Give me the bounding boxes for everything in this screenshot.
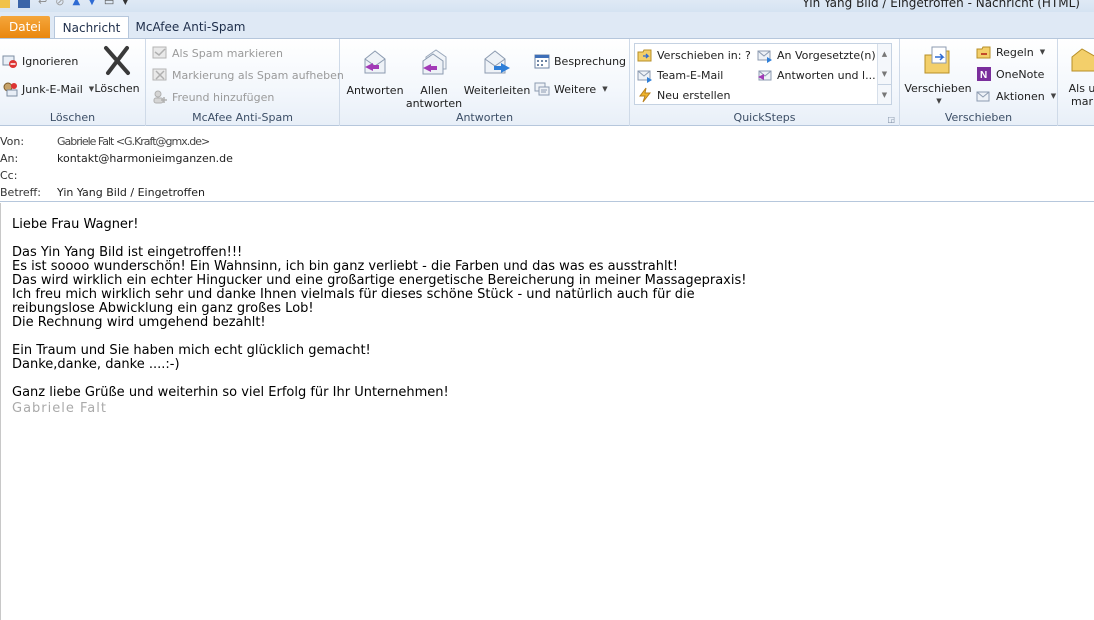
reply-all-button[interactable]: Allen antworten bbox=[404, 47, 464, 110]
scroll-up-icon[interactable]: ▲ bbox=[878, 44, 891, 64]
rules-button[interactable]: Regeln ▼ bbox=[976, 43, 1045, 61]
undo-icon[interactable]: ↩ bbox=[38, 0, 47, 8]
chevron-down-icon: ▼ bbox=[1039, 48, 1046, 56]
message-text: Liebe Frau Wagner! Das Yin Yang Bild ist… bbox=[12, 217, 747, 400]
ignore-button[interactable]: Ignorieren bbox=[2, 52, 78, 70]
mark-unread-icon bbox=[1068, 45, 1094, 77]
move-button[interactable]: Verschieben ▼ bbox=[904, 45, 972, 108]
actions-button[interactable]: Aktionen ▼ bbox=[976, 87, 1056, 105]
message-header: Von: Gabriele Falt <G.Kraft@gmx.de> An: … bbox=[0, 127, 1094, 202]
group-loeschen: Ignorieren Junk-E-Mail ▼ Löschen Löschen bbox=[0, 39, 146, 126]
title-bar: ↩ ⊘ ▲ ▼ ▭ ▼ Yin Yang Bild / Eingetroffen… bbox=[0, 0, 1094, 12]
reply-icon bbox=[359, 47, 391, 79]
tab-datei[interactable]: Datei bbox=[0, 16, 50, 38]
tab-nachricht[interactable]: Nachricht bbox=[54, 16, 129, 39]
quickstep-create-new[interactable]: Neu erstellen bbox=[637, 86, 730, 104]
customize-qat-icon[interactable]: ▼ bbox=[122, 0, 128, 8]
from-value[interactable]: Gabriele Falt <G.Kraft@gmx.de> bbox=[57, 134, 210, 150]
chevron-down-icon: ▼ bbox=[1050, 92, 1057, 100]
more-button[interactable]: Weitere ▼ bbox=[534, 80, 608, 98]
up-arrow-icon[interactable]: ▲ bbox=[72, 0, 80, 8]
save-icon[interactable] bbox=[18, 0, 30, 8]
lightning-icon bbox=[637, 87, 653, 103]
group-label-verschieben: Verschieben bbox=[944, 111, 1013, 124]
dialog-launcher-icon[interactable]: ◲ bbox=[887, 115, 895, 124]
group-label-antworten: Antworten bbox=[455, 111, 514, 124]
group-label-quicksteps: QuickSteps bbox=[733, 111, 796, 124]
add-friend-button[interactable]: Freund hinzufügen bbox=[152, 88, 274, 106]
scroll-down-icon[interactable]: ▼ bbox=[878, 64, 891, 84]
down-arrow-icon[interactable]: ▼ bbox=[88, 0, 96, 8]
rules-icon bbox=[976, 44, 992, 60]
mark-as-spam-button[interactable]: Als Spam markieren bbox=[152, 44, 283, 62]
group-mcafee: Als Spam markieren Markierung als Spam a… bbox=[146, 39, 344, 126]
group-label-loeschen: Löschen bbox=[49, 111, 96, 124]
quicksteps-gallery: Verschieben in: ? An Vorgesetzte(n) Team… bbox=[634, 43, 892, 105]
redo-icon[interactable]: ⊘ bbox=[55, 0, 64, 8]
window-title: Yin Yang Bild / Eingetroffen - Nachricht… bbox=[802, 0, 1080, 10]
junk-email-button[interactable]: Junk-E-Mail ▼ bbox=[2, 80, 94, 98]
quickstep-team-email[interactable]: Team-E-Mail bbox=[637, 66, 723, 84]
subject-value: Yin Yang Bild / Eingetroffen bbox=[57, 186, 205, 199]
ribbon: Ignorieren Junk-E-Mail ▼ Löschen Löschen … bbox=[0, 38, 1094, 126]
reply-delete-icon bbox=[757, 67, 773, 83]
forward-button[interactable]: Weiterleiten bbox=[464, 47, 530, 97]
quickstep-reply-delete[interactable]: Antworten und l... bbox=[757, 66, 876, 84]
svg-text:N: N bbox=[980, 70, 987, 81]
onenote-icon: N bbox=[976, 66, 992, 82]
more-icon bbox=[534, 81, 550, 97]
quickstep-move-to[interactable]: Verschieben in: ? bbox=[637, 46, 751, 64]
spam-icon bbox=[152, 45, 168, 61]
group-verschieben: Verschieben ▼ Regeln ▼ N OneNote Aktionen… bbox=[900, 39, 1058, 126]
unmark-spam-button[interactable]: Markierung als Spam aufheben bbox=[152, 66, 344, 84]
delete-x-icon bbox=[101, 45, 133, 77]
to-value[interactable]: kontakt@harmonieimganzen.de bbox=[57, 151, 233, 167]
gallery-expand-icon[interactable]: ▼ bbox=[878, 84, 891, 104]
quick-access-toolbar: ↩ ⊘ ▲ ▼ ▭ ▼ bbox=[0, 0, 128, 10]
folder-icon[interactable] bbox=[0, 0, 10, 8]
reply-all-icon bbox=[418, 47, 450, 79]
meeting-button[interactable]: Besprechung bbox=[534, 52, 626, 70]
onenote-button[interactable]: N OneNote bbox=[976, 65, 1044, 83]
calendar-icon bbox=[534, 53, 550, 69]
actions-icon bbox=[976, 88, 992, 104]
signature: Gabriele Falt bbox=[12, 401, 107, 416]
ignore-icon bbox=[2, 53, 18, 69]
group-label-mcafee: McAfee Anti-Spam bbox=[192, 111, 293, 124]
print-icon[interactable]: ▭ bbox=[104, 0, 114, 8]
reply-button[interactable]: Antworten bbox=[344, 47, 406, 97]
group-quicksteps: Verschieben in: ? An Vorgesetzte(n) Team… bbox=[630, 39, 900, 126]
group-antworten: Antworten Allen antworten Weiterleiten B… bbox=[340, 39, 630, 126]
unmark-spam-icon bbox=[152, 67, 168, 83]
junk-icon bbox=[2, 81, 18, 97]
tab-mcafee-anti-spam[interactable]: McAfee Anti-Spam bbox=[133, 16, 248, 38]
message-body[interactable]: Liebe Frau Wagner! Das Yin Yang Bild ist… bbox=[0, 203, 1094, 620]
chevron-down-icon: ▼ bbox=[602, 85, 608, 93]
manager-mail-icon bbox=[757, 47, 773, 63]
group-tags: Als u mar bbox=[1058, 39, 1094, 126]
team-email-icon bbox=[637, 67, 653, 83]
move-folder-icon bbox=[637, 47, 653, 63]
friend-icon bbox=[152, 89, 168, 105]
quickstep-to-manager[interactable]: An Vorgesetzte(n) bbox=[757, 46, 876, 64]
chevron-down-icon: ▼ bbox=[936, 97, 942, 105]
quicksteps-scrollbar[interactable]: ▲ ▼ ▼ bbox=[877, 44, 891, 104]
mark-unread-button[interactable]: Als u mar bbox=[1062, 45, 1094, 108]
ribbon-tabs: Datei Nachricht McAfee Anti-Spam bbox=[0, 12, 1094, 39]
forward-icon bbox=[481, 47, 513, 79]
delete-button[interactable]: Löschen bbox=[93, 45, 141, 95]
move-folder-icon bbox=[922, 45, 954, 77]
